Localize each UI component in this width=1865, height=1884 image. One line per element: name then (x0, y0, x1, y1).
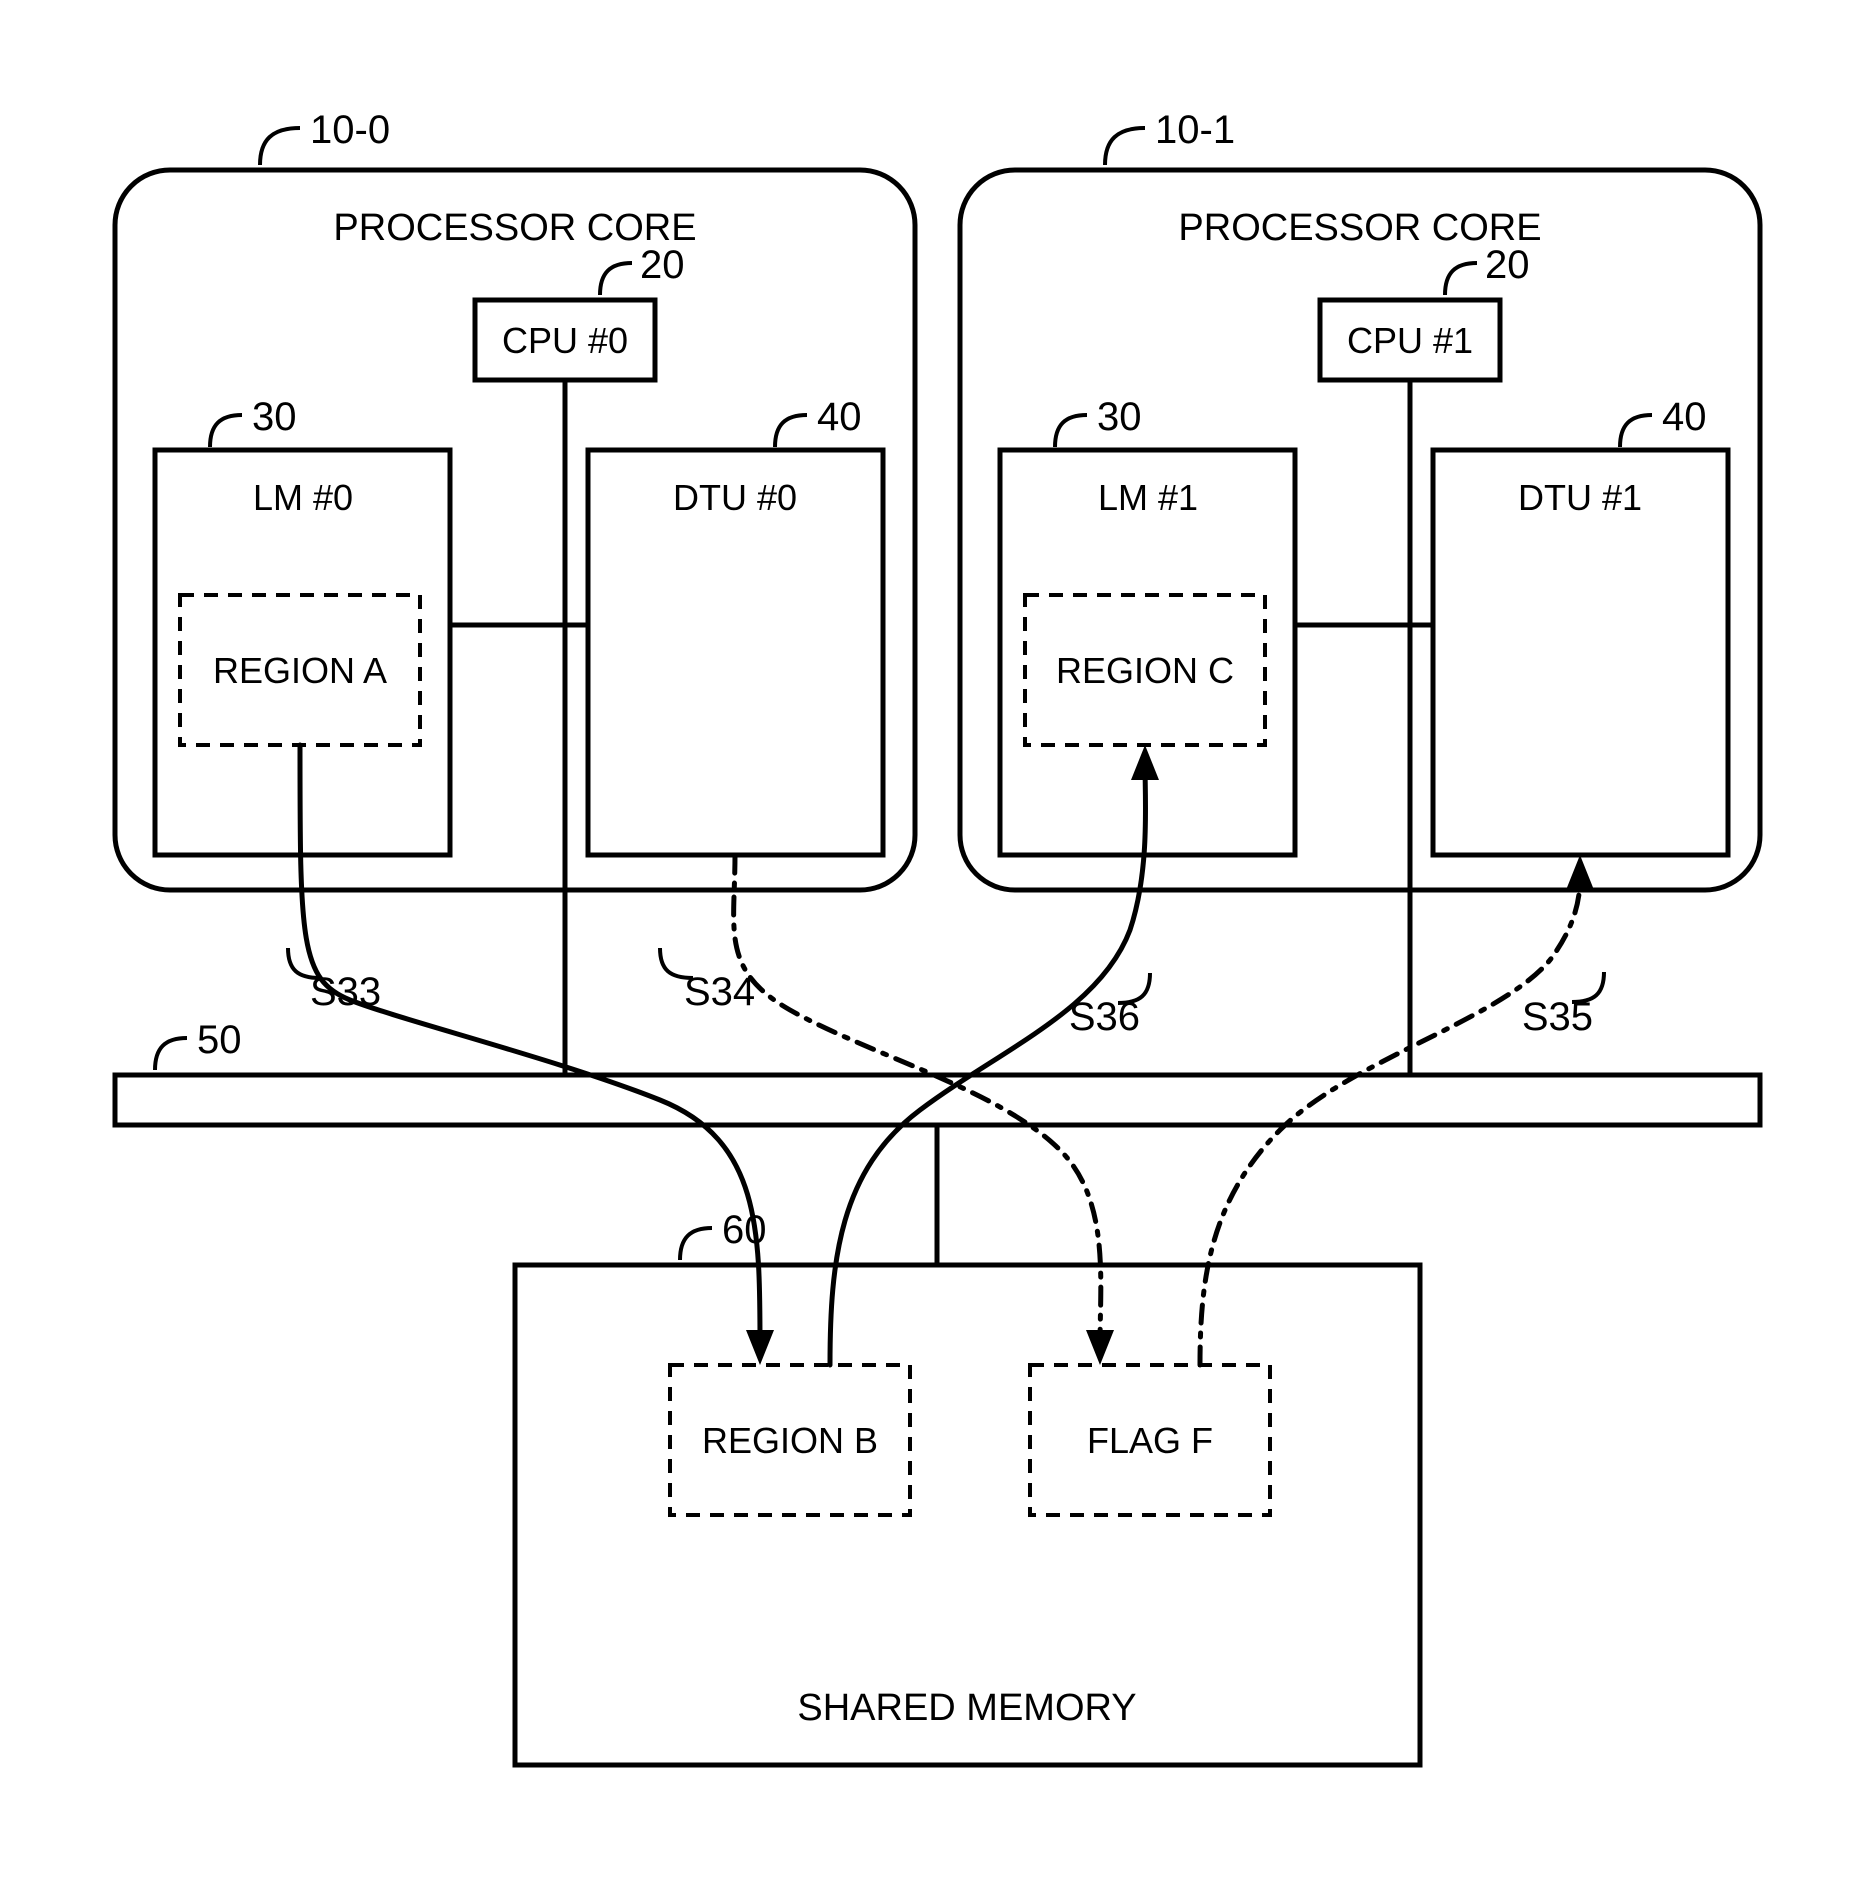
core1-dtu-ref: 40 (1662, 395, 1707, 439)
core1-region-label: REGION C (1056, 650, 1234, 691)
mem-region-label: REGION B (702, 1420, 878, 1461)
core1-ref: 10-1 (1155, 108, 1235, 152)
shared-memory: 60 REGION B FLAG F SHARED MEMORY (515, 1208, 1420, 1765)
bus-ref: 50 (197, 1018, 242, 1062)
processor-core-1: 10-1 PROCESSOR CORE CPU #1 20 LM #1 30 R… (960, 108, 1760, 890)
core1-lm-label: LM #1 (1098, 477, 1198, 518)
core0-ref: 10-0 (310, 108, 390, 152)
core0-dtu-ref: 40 (817, 395, 862, 439)
mem-ref: 60 (722, 1208, 767, 1252)
s34-label: S34 (684, 970, 755, 1014)
s33-label: S33 (310, 970, 381, 1014)
s36-label: S36 (1069, 995, 1140, 1039)
core1-dtu-label: DTU #1 (1518, 477, 1642, 518)
mem-title: SHARED MEMORY (797, 1687, 1136, 1729)
s35-label: S35 (1522, 995, 1593, 1039)
processor-core-0: 10-0 PROCESSOR CORE CPU #0 20 LM #0 30 R… (115, 108, 915, 890)
core0-region-label: REGION A (213, 650, 387, 691)
core0-cpu-label: CPU #0 (502, 320, 628, 361)
core0-ref-tick (260, 128, 300, 165)
core1-ref-tick (1105, 128, 1145, 165)
mem-flag-label: FLAG F (1087, 1420, 1213, 1461)
core1-cpu-ref: 20 (1485, 243, 1530, 287)
bus-ref-tick (155, 1038, 187, 1070)
core0-dtu-label: DTU #0 (673, 477, 797, 518)
architecture-diagram: 10-0 PROCESSOR CORE CPU #0 20 LM #0 30 R… (0, 0, 1865, 1884)
mem-ref-tick (680, 1228, 712, 1260)
core1-lm-ref: 30 (1097, 395, 1142, 439)
core0-cpu-ref: 20 (640, 243, 685, 287)
core0-lm-label: LM #0 (253, 477, 353, 518)
core0-lm-ref: 30 (252, 395, 297, 439)
core1-cpu-label: CPU #1 (1347, 320, 1473, 361)
